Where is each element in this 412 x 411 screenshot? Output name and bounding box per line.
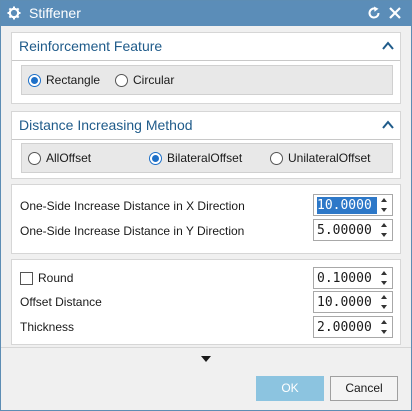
spin-up-icon[interactable] (377, 269, 391, 278)
reinforcement-title: Reinforcement Feature (19, 38, 163, 54)
x-increase-value[interactable]: 10.0000 (317, 197, 377, 214)
thickness-label: Thickness (20, 320, 75, 334)
stiffener-dialog: Stiffener Reinforcement Feature Rectangl… (0, 0, 412, 411)
x-increase-stepper[interactable]: 10.0000 (313, 194, 393, 216)
expand-more-icon[interactable] (200, 355, 212, 363)
reset-icon[interactable] (367, 6, 381, 20)
reinforcement-header[interactable]: Reinforcement Feature (12, 33, 400, 61)
round-checkbox[interactable] (20, 272, 33, 285)
radio-alloffset[interactable]: AllOffset (28, 151, 118, 166)
radio-bilateraloffset-label: BilateralOffset (167, 151, 243, 165)
round-arrows[interactable] (377, 269, 391, 287)
radio-circular[interactable]: Circular (115, 73, 185, 88)
radio-rectangle-label: Rectangle (46, 73, 101, 87)
spin-down-icon[interactable] (377, 302, 391, 311)
spin-down-icon[interactable] (377, 327, 391, 336)
ok-button[interactable]: OK (256, 376, 324, 401)
y-increase-label: One-Side Increase Distance in Y Directio… (20, 224, 245, 238)
spin-up-icon[interactable] (377, 196, 391, 205)
panel-separator (12, 60, 400, 61)
close-icon[interactable] (388, 6, 402, 20)
radio-unilateraloffset-icon[interactable] (270, 152, 283, 165)
reinforcement-panel: Reinforcement Feature Rectangle Circular (11, 32, 401, 104)
round-value[interactable]: 0.10000 (317, 270, 377, 287)
reinforcement-options: Rectangle Circular (21, 65, 393, 95)
gear-icon (7, 6, 21, 20)
radio-rectangle[interactable]: Rectangle (28, 73, 108, 88)
thickness-stepper[interactable]: 2.00000 (313, 316, 393, 338)
thickness-arrows[interactable] (377, 318, 391, 336)
spin-down-icon[interactable] (377, 205, 391, 214)
thickness-value[interactable]: 2.00000 (317, 319, 377, 336)
radio-circular-icon[interactable] (115, 74, 128, 87)
x-increase-label: One-Side Increase Distance in X Directio… (20, 199, 245, 213)
parameters-panel: Round 0.10000 Offset Distance 10.0000 Th… (11, 259, 401, 345)
spin-up-icon[interactable] (377, 318, 391, 327)
y-increase-stepper[interactable]: 5.00000 (313, 219, 393, 241)
round-label: Round (38, 271, 74, 285)
radio-unilateraloffset-label: UnilateralOffset (288, 151, 371, 165)
distance-method-header[interactable]: Distance Increasing Method (12, 112, 400, 140)
panel-separator (12, 139, 400, 140)
radio-circular-label: Circular (133, 73, 175, 87)
radio-bilateraloffset-icon[interactable] (149, 152, 162, 165)
spin-up-icon[interactable] (377, 221, 391, 230)
radio-bilateraloffset[interactable]: BilateralOffset (149, 151, 259, 166)
collapse-caret-icon[interactable] (382, 120, 394, 130)
distance-method-options: AllOffset BilateralOffset UnilateralOffs… (21, 143, 393, 173)
spin-down-icon[interactable] (377, 278, 391, 287)
spin-up-icon[interactable] (377, 293, 391, 302)
collapse-caret-icon[interactable] (382, 41, 394, 51)
offset-distance-label: Offset Distance (20, 295, 102, 309)
radio-rectangle-icon[interactable] (28, 74, 41, 87)
distance-method-title: Distance Increasing Method (19, 117, 193, 133)
radio-alloffset-label: AllOffset (46, 151, 92, 165)
title-bar[interactable]: Stiffener (1, 1, 411, 26)
spin-down-icon[interactable] (377, 230, 391, 239)
window-title: Stiffener (29, 5, 81, 21)
offset-distance-stepper[interactable]: 10.0000 (313, 291, 393, 313)
increase-distance-panel: One-Side Increase Distance in X Directio… (11, 184, 401, 254)
distance-method-panel: Distance Increasing Method AllOffset Bil… (11, 111, 401, 179)
offset-distance-arrows[interactable] (377, 293, 391, 311)
offset-distance-value[interactable]: 10.0000 (317, 294, 377, 311)
y-increase-arrows[interactable] (377, 221, 391, 239)
round-stepper[interactable]: 0.10000 (313, 267, 393, 289)
cancel-button[interactable]: Cancel (330, 376, 398, 401)
radio-alloffset-icon[interactable] (28, 152, 41, 165)
footer-divider (1, 347, 411, 348)
radio-unilateraloffset[interactable]: UnilateralOffset (270, 151, 388, 166)
y-increase-value[interactable]: 5.00000 (317, 222, 377, 239)
x-increase-arrows[interactable] (377, 196, 391, 214)
